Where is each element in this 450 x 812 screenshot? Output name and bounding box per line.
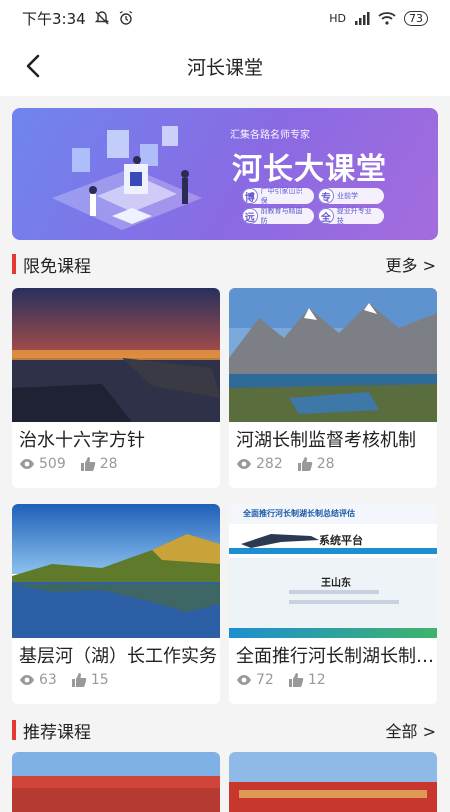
all-link[interactable]: 全部 > — [386, 718, 437, 742]
dam-graphic — [241, 534, 319, 548]
section-title: 推荐课程 — [23, 723, 91, 743]
thumbs-up-icon — [288, 673, 304, 687]
eye-icon — [20, 675, 34, 685]
battery-indicator: 73 — [404, 10, 428, 26]
banner-subtitle: 汇集各路名师专家 — [230, 130, 310, 141]
section-title: 限免课程 — [23, 257, 91, 277]
course-card[interactable]: 治水十六字方针 509 28 — [12, 288, 220, 488]
eye-icon — [237, 675, 251, 685]
network-type: HD — [329, 11, 346, 25]
banner-title: 河长大课堂 — [232, 152, 387, 187]
view-count: 63 — [39, 672, 57, 688]
thumbs-up-icon — [297, 457, 313, 471]
slide-platform-label: 系统平台 — [319, 534, 363, 547]
mute-icon — [94, 11, 109, 25]
free-courses-header: 限免课程 更多 > — [0, 248, 450, 278]
recommended-course-card[interactable] — [12, 752, 220, 812]
slide-heading: 全面推行河长制湖长制总结评估 — [243, 509, 355, 518]
like-count: 28 — [316, 456, 335, 472]
banner-illustration — [52, 126, 202, 230]
wifi-icon — [378, 12, 396, 25]
banner-tag: 博广中引家山识保 — [242, 187, 314, 205]
view-count: 509 — [39, 456, 66, 472]
like-count: 15 — [90, 672, 109, 688]
status-time: 下午3:34 — [22, 9, 86, 28]
alarm-icon — [119, 10, 133, 25]
eye-icon — [20, 459, 34, 469]
course-thumbnail — [229, 752, 437, 812]
like-count: 28 — [99, 456, 118, 472]
recommended-courses-header: 推荐课程 全部 > — [0, 714, 450, 744]
more-link[interactable]: 更多 > — [386, 252, 437, 276]
page-title: 河长课堂 — [186, 56, 263, 79]
signal-icon — [355, 12, 370, 25]
back-arrow-icon[interactable] — [22, 52, 46, 80]
course-title: 河湖长制监督考核机制 — [236, 430, 416, 451]
course-card[interactable]: 基层河（湖）长工作实务 63 15 — [12, 504, 220, 704]
course-title: 基层河（湖）长工作实务 — [19, 646, 217, 667]
course-title: 治水十六字方针 — [19, 430, 145, 451]
course-title: 全面推行河长制湖长制总结评估 — [236, 646, 436, 667]
thumbs-up-icon — [80, 457, 96, 471]
view-count: 282 — [256, 456, 283, 472]
eye-icon — [237, 459, 251, 469]
banner-tag: 全提业升专业技 — [318, 207, 384, 225]
slide-presenter-name: 王山东 — [321, 578, 351, 589]
course-thumbnail — [229, 288, 437, 422]
course-thumbnail — [12, 752, 220, 812]
banner-tag: 远前教育与精国防 — [242, 207, 314, 225]
banner-tag: 专业前学 — [318, 188, 384, 204]
course-thumbnail — [12, 504, 220, 638]
thumbs-up-icon — [71, 673, 87, 687]
course-thumbnail — [12, 288, 220, 422]
course-card[interactable]: 河湖长制监督考核机制 282 28 — [229, 288, 437, 488]
section-accent-bar — [12, 720, 16, 740]
status-bar: 下午3:34 HD 73 — [0, 0, 450, 36]
recommended-course-card[interactable] — [229, 752, 437, 812]
promo-banner[interactable]: 汇集各路名师专家 河长大课堂 博广中引家山识保 专业前学 远前教育与精国防 全提… — [12, 108, 438, 240]
section-accent-bar — [12, 254, 16, 274]
nav-bar: 河长课堂 — [0, 36, 450, 96]
course-card[interactable]: 全面推行河长制湖长制总结评估 系统平台 王山东 全面推行河长制湖长制总结评估 7… — [229, 504, 437, 704]
like-count: 12 — [307, 672, 326, 688]
course-thumbnail: 全面推行河长制湖长制总结评估 系统平台 王山东 — [229, 504, 437, 638]
view-count: 72 — [256, 672, 274, 688]
